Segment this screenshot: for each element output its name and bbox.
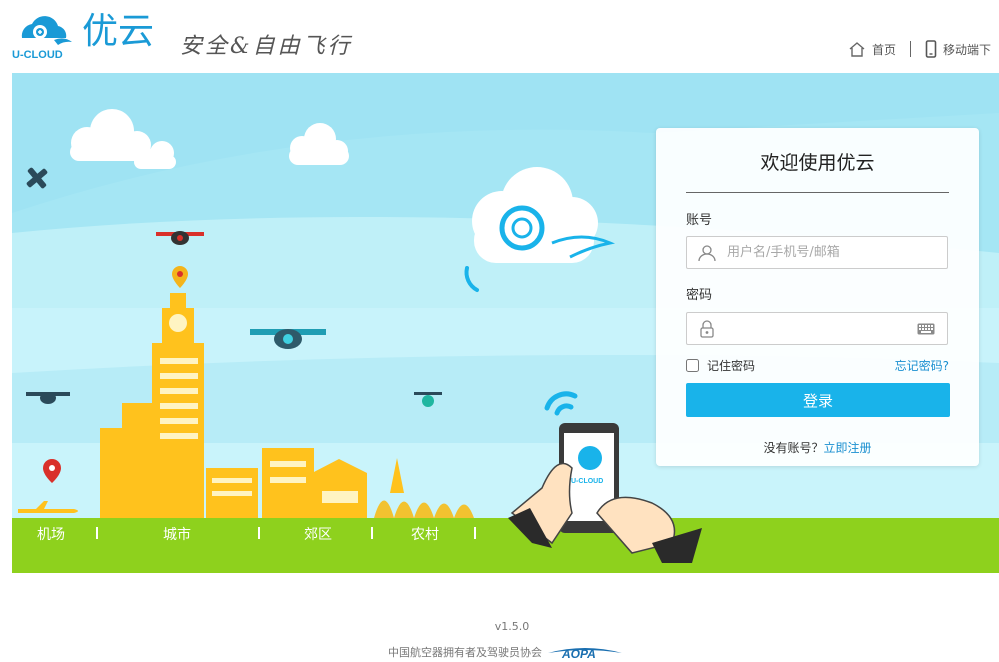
logo-text: U-CLOUD: [12, 49, 63, 61]
mobile-phone-icon: [925, 40, 937, 58]
password-input[interactable]: [727, 313, 907, 344]
scene-tab-suburb[interactable]: 郊区: [304, 524, 332, 544]
mobile-download-link[interactable]: 移动端下: [917, 40, 999, 58]
password-field[interactable]: [686, 312, 948, 345]
password-label: 密码: [686, 288, 713, 303]
scene-nav: 机场 城市 郊区 农村: [12, 518, 999, 548]
title-divider: [686, 192, 949, 193]
nav-divider: [909, 41, 911, 57]
brand-name: 优云: [82, 11, 155, 52]
org-name: 中国航空器拥有者及驾驶员协会: [388, 646, 542, 659]
scene-tab-rural[interactable]: 农村: [411, 524, 439, 544]
account-input[interactable]: [727, 237, 907, 268]
aopa-logo-text: AOPA: [561, 647, 596, 660]
home-link[interactable]: 首页: [840, 41, 904, 58]
scene-tab-airport[interactable]: 机场: [37, 524, 65, 544]
u-cloud-logo[interactable]: U-CLOUD: [10, 8, 78, 66]
remember-checkbox[interactable]: [686, 359, 699, 372]
home-label: 首页: [871, 42, 896, 57]
account-label: 账号: [686, 213, 713, 228]
slogan: 安全&自由飞行: [180, 34, 353, 59]
scene-tab-city[interactable]: 城市: [163, 524, 191, 544]
remember-label: 记住密码: [707, 359, 756, 373]
login-panel: 欢迎使用优云 账号 密码 记住密码 忘记密码? 登录: [656, 128, 979, 466]
mobile-download-label: 移动端下: [942, 42, 991, 57]
nav-divider: [371, 527, 373, 539]
user-icon: [698, 245, 716, 262]
footer-org: 中国航空器拥有者及驾驶员协会 AOPA: [388, 644, 622, 660]
version-text: v1.5.0: [494, 620, 530, 633]
remember-password[interactable]: 记住密码: [686, 357, 755, 374]
top-nav: 首页 移动端下: [840, 38, 999, 60]
nav-divider: [96, 527, 98, 539]
login-button[interactable]: 登录: [686, 383, 950, 417]
no-account-text: 没有账号？: [763, 441, 824, 455]
nav-divider: [474, 527, 476, 539]
account-field[interactable]: [686, 236, 948, 269]
nav-divider: [258, 527, 260, 539]
register-prompt: 没有账号？立即注册: [656, 439, 979, 456]
header: U-CLOUD 优云 安全&自由飞行 首页 移动端下: [0, 0, 999, 72]
forgot-password-link[interactable]: 忘记密码?: [895, 357, 949, 374]
keyboard-icon[interactable]: [917, 323, 935, 335]
phone-logo-text: U-CLOUD: [571, 478, 603, 485]
register-link[interactable]: 立即注册: [824, 441, 872, 455]
login-title: 欢迎使用优云: [760, 152, 875, 174]
lock-icon: [700, 320, 714, 338]
home-icon: [849, 42, 865, 57]
aopa-logo[interactable]: AOPA: [548, 644, 622, 660]
